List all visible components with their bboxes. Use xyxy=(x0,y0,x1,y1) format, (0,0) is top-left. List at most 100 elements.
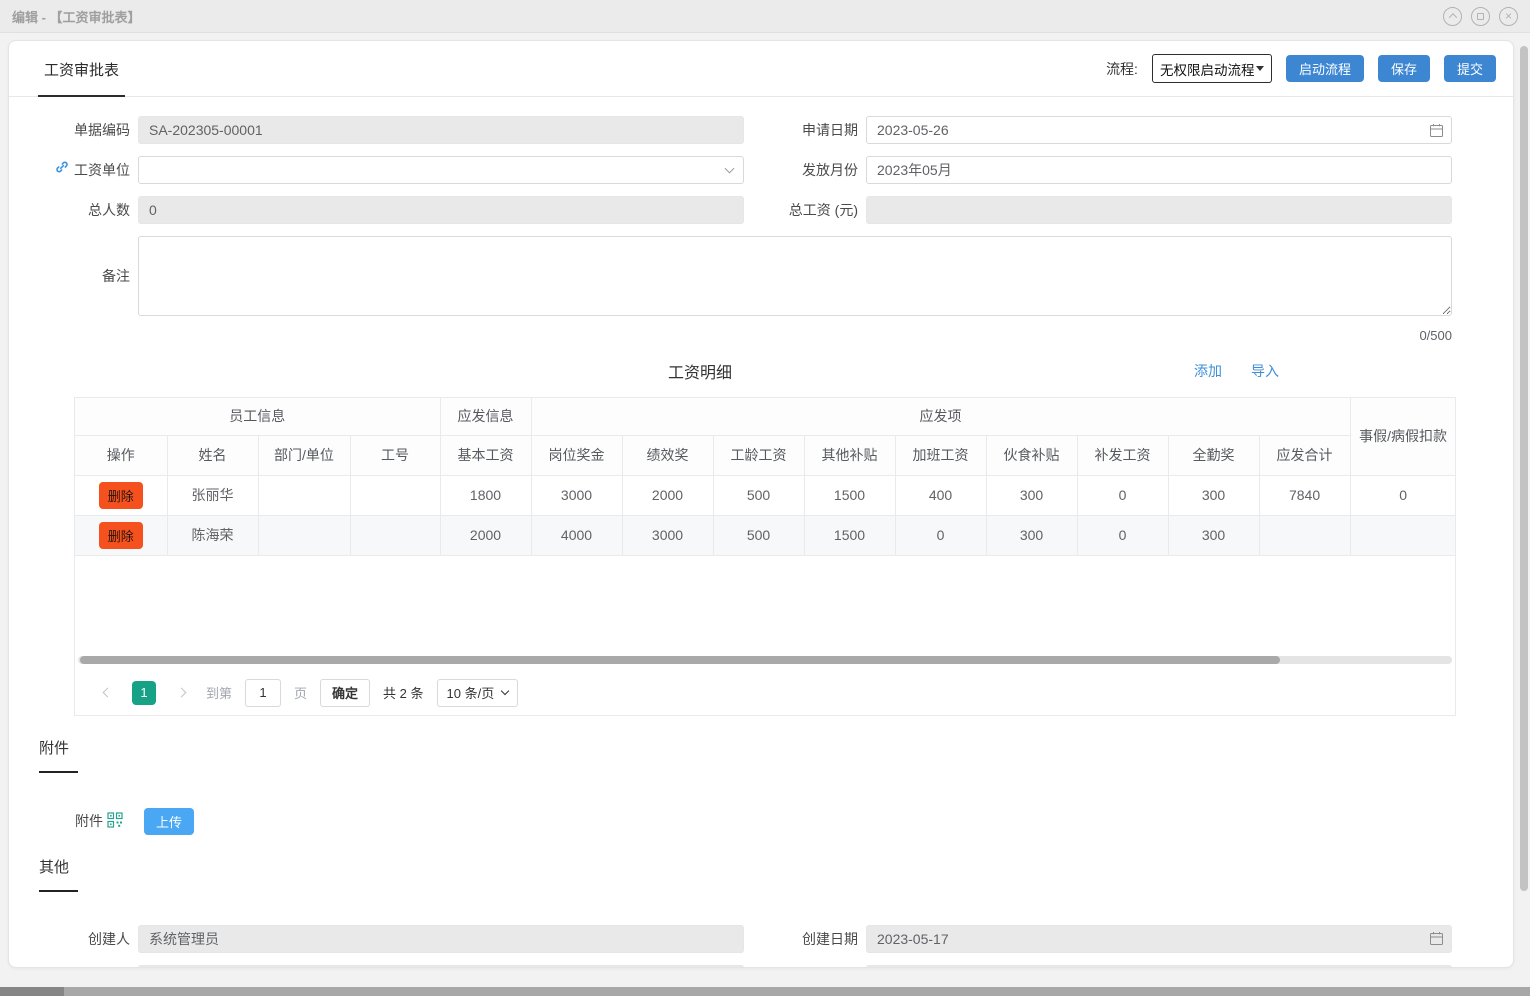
pay-month-label: 发放月份 xyxy=(744,156,866,184)
goto-suffix: 页 xyxy=(294,683,307,702)
cell-base-salary: 2000 xyxy=(440,515,531,555)
main-form: 单据编码 申请日期 xyxy=(9,97,1513,387)
pay-month-field[interactable] xyxy=(866,156,1452,184)
window-controls: × xyxy=(1443,7,1518,26)
tabbar: 工资审批表 流程: 无权限启动流程 启动流程 保存 提交 xyxy=(9,41,1513,97)
salary-detail-table: 员工信息 应发信息 应发项 事假/病假扣款 操作 姓名 部门/单位 工号 基本工… xyxy=(75,398,1456,556)
delete-row-button[interactable]: 删除 xyxy=(99,482,143,509)
qr-grid-icon xyxy=(107,812,123,831)
chevron-down-icon xyxy=(725,163,735,173)
caret-down-icon xyxy=(1256,66,1264,71)
collapse-icon[interactable] xyxy=(1443,7,1462,26)
table-horizontal-scrollbar[interactable] xyxy=(78,656,1452,664)
cell-dept xyxy=(258,475,350,515)
delete-row-button[interactable]: 删除 xyxy=(99,522,143,549)
pagination: 1 到第 页 确定 共 2 条 10 条/页 xyxy=(75,671,1455,715)
add-row-link[interactable]: 添加 xyxy=(1194,361,1222,381)
chevron-down-icon xyxy=(501,687,509,695)
salary-unit-label: 工资单位 xyxy=(9,156,138,184)
cell-back-pay: 0 xyxy=(1077,515,1168,555)
col-header-name: 姓名 xyxy=(167,435,258,475)
col-header-seniority-pay: 工龄工资 xyxy=(713,435,804,475)
cell-name: 陈海荣 xyxy=(167,515,258,555)
start-flow-button[interactable]: 启动流程 xyxy=(1286,55,1364,82)
window-horizontal-scrollbar[interactable] xyxy=(0,987,1530,996)
col-header-base-salary: 基本工资 xyxy=(440,435,531,475)
goto-page-input[interactable] xyxy=(245,679,281,707)
other-section-title: 其他 xyxy=(39,856,78,892)
form-card: 工资审批表 流程: 无权限启动流程 启动流程 保存 提交 单据编码 申请日期 xyxy=(8,40,1514,968)
cell-overtime-pay: 400 xyxy=(895,475,986,515)
create-dept-label: 创建部门 xyxy=(9,965,138,969)
create-date-label: 创建日期 xyxy=(744,925,866,953)
cell-meal-subsidy: 300 xyxy=(986,515,1077,555)
maximize-icon[interactable] xyxy=(1471,7,1490,26)
doc-code-label: 单据编码 xyxy=(9,116,138,144)
total-people-field xyxy=(138,196,744,224)
cell-attendance-bonus: 300 xyxy=(1168,515,1259,555)
goto-prefix: 到第 xyxy=(206,683,232,702)
apply-date-label: 申请日期 xyxy=(744,116,866,144)
cell-leave-deduction: 0 xyxy=(1350,475,1456,515)
page-number-button[interactable]: 1 xyxy=(132,681,156,705)
apply-date-field[interactable] xyxy=(866,116,1452,144)
cell-performance-bonus: 2000 xyxy=(622,475,713,515)
detail-title: 工资明细 xyxy=(9,359,1391,383)
creator-label: 创建人 xyxy=(9,925,138,953)
col-header-emp-no: 工号 xyxy=(350,435,440,475)
attachment-field-row: 附件 上传 xyxy=(75,808,1513,835)
col-header-overtime-pay: 加班工资 xyxy=(895,435,986,475)
col-header-attendance-bonus: 全勤奖 xyxy=(1168,435,1259,475)
tab-salary-approval[interactable]: 工资审批表 xyxy=(38,40,125,97)
group-header-leave-deduction: 事假/病假扣款 xyxy=(1350,398,1456,475)
col-header-action: 操作 xyxy=(75,435,167,475)
goto-confirm-button[interactable]: 确定 xyxy=(320,679,370,707)
attachments-section-title: 附件 xyxy=(39,737,78,773)
next-page-icon[interactable] xyxy=(169,681,193,705)
cell-payable-total xyxy=(1259,515,1350,555)
cell-post-bonus: 3000 xyxy=(531,475,622,515)
cell-back-pay: 0 xyxy=(1077,475,1168,515)
cell-leave-deduction xyxy=(1350,515,1456,555)
col-header-performance-bonus: 绩效奖 xyxy=(622,435,713,475)
upload-button[interactable]: 上传 xyxy=(144,808,194,835)
prev-page-icon[interactable] xyxy=(95,681,119,705)
col-header-back-pay: 补发工资 xyxy=(1077,435,1168,475)
flow-toolbar: 流程: 无权限启动流程 启动流程 保存 提交 xyxy=(1106,54,1496,83)
flow-select-value: 无权限启动流程 xyxy=(1160,59,1255,79)
doc-code-field xyxy=(138,116,744,144)
cell-performance-bonus: 3000 xyxy=(622,515,713,555)
col-header-dept: 部门/单位 xyxy=(258,435,350,475)
attachment-label: 附件 xyxy=(75,811,103,831)
total-salary-label: 总工资 (元) xyxy=(744,196,866,224)
detail-header: 工资明细 添加 导入 xyxy=(9,359,1452,387)
window-title: 编辑 - 【工资审批表】 xyxy=(12,7,141,26)
salary-unit-select[interactable] xyxy=(138,156,744,184)
cell-name: 张丽华 xyxy=(167,475,258,515)
window-vertical-scrollbar[interactable] xyxy=(1520,36,1529,986)
flow-select[interactable]: 无权限启动流程 xyxy=(1152,54,1272,83)
create-unit-label: 创建单位 xyxy=(744,965,866,969)
group-header-employee-info: 员工信息 xyxy=(75,398,440,435)
create-unit-field xyxy=(866,965,1452,969)
table-empty-area xyxy=(75,556,1455,656)
remark-counter: 0/500 xyxy=(9,328,1452,343)
submit-button[interactable]: 提交 xyxy=(1444,55,1496,82)
other-form: 创建人 创建日期 创建部门 xyxy=(9,925,1513,969)
page-size-select[interactable]: 10 条/页 xyxy=(437,679,519,707)
import-link[interactable]: 导入 xyxy=(1251,361,1279,381)
col-header-payable-total: 应发合计 xyxy=(1259,435,1350,475)
create-dept-field xyxy=(138,965,744,969)
cell-emp-no xyxy=(350,515,440,555)
cell-emp-no xyxy=(350,475,440,515)
col-header-meal-subsidy: 伙食补贴 xyxy=(986,435,1077,475)
save-button[interactable]: 保存 xyxy=(1378,55,1430,82)
cell-seniority-pay: 500 xyxy=(713,475,804,515)
link-icon[interactable] xyxy=(54,156,70,184)
cell-base-salary: 1800 xyxy=(440,475,531,515)
remark-textarea[interactable] xyxy=(138,236,1452,316)
col-header-post-bonus: 岗位奖金 xyxy=(531,435,622,475)
total-count: 共 2 条 xyxy=(383,683,423,702)
page-size-value: 10 条/页 xyxy=(447,683,495,702)
close-icon[interactable]: × xyxy=(1499,7,1518,26)
